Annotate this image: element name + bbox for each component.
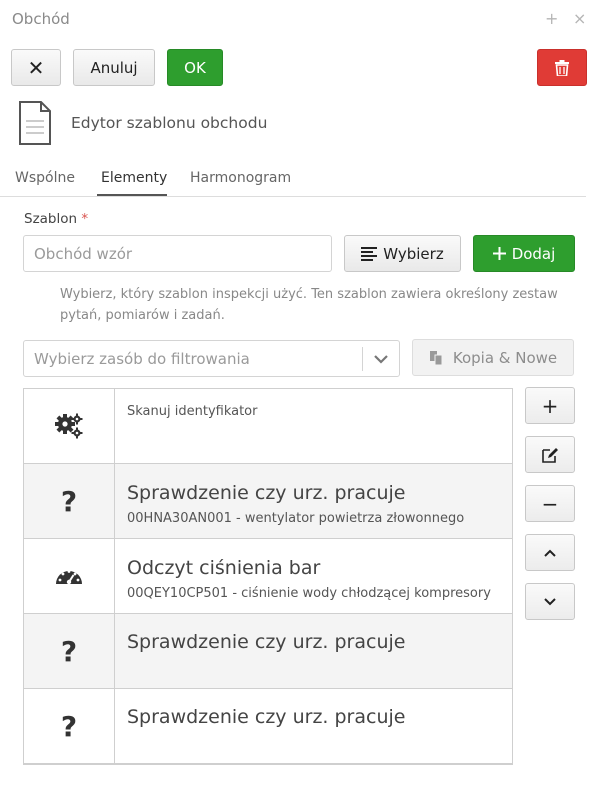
gears-icon: [55, 413, 83, 439]
copy-and-new-button[interactable]: Kopia & Nowe: [412, 339, 574, 376]
close-window-button[interactable]: ×: [573, 9, 586, 29]
tab-schedule[interactable]: Harmonogram: [190, 170, 291, 186]
question-icon: ?: [60, 709, 78, 743]
gauge-icon: [56, 570, 82, 585]
add-button[interactable]: Dodaj: [473, 235, 575, 272]
tab-bar: Wspólne Elementy Harmonogram: [0, 160, 586, 197]
list-icon: [361, 246, 378, 261]
list-item-icon-cell: ?: [24, 614, 115, 688]
list-item[interactable]: ? Sprawdzenie czy urz. pracuje: [24, 614, 512, 689]
list-item[interactable]: ? Sprawdzenie czy urz. pracuje: [24, 689, 512, 764]
list-item-icon-cell: ?: [24, 464, 115, 538]
template-label-text: Szablon: [24, 211, 78, 227]
plus-icon: [492, 247, 506, 260]
window-titlebar: Obchód + ×: [0, 0, 596, 40]
window-title: Obchód: [12, 10, 70, 28]
choose-button-label: Wybierz: [383, 244, 444, 263]
list-item-subtitle: 00QEY10CP501 - ciśnienie wody chłodzącej…: [127, 586, 491, 601]
choose-button[interactable]: Wybierz: [344, 235, 461, 272]
edit-icon: [542, 447, 558, 463]
list-item-title: Skanuj identyfikator: [127, 404, 258, 419]
resource-filter-placeholder: Wybierz zasób do filtrowania: [34, 350, 250, 368]
ok-button[interactable]: OK: [167, 49, 223, 86]
cancel-button[interactable]: Anuluj: [73, 49, 155, 86]
question-icon: ?: [60, 634, 78, 668]
elements-list: Skanuj identyfikator ? Sprawdzenie czy u…: [23, 388, 513, 765]
list-item[interactable]: Skanuj identyfikator: [24, 389, 512, 464]
list-item-icon-cell: [24, 539, 115, 613]
trash-icon: [555, 59, 569, 76]
chevron-down-icon: [544, 597, 556, 605]
delete-button[interactable]: [537, 49, 587, 86]
move-down-button[interactable]: [525, 583, 575, 620]
active-tab-indicator: [97, 194, 167, 196]
copy-icon: [429, 350, 443, 365]
list-item-icon-cell: [24, 389, 115, 463]
required-mark: *: [81, 211, 89, 227]
list-item-subtitle: 00HNA30AN001 - wentylator powietrza złow…: [127, 511, 465, 526]
add-element-button[interactable]: +: [525, 387, 575, 424]
close-button[interactable]: ✕: [11, 49, 61, 86]
tab-elements[interactable]: Elementy: [101, 170, 167, 186]
list-item[interactable]: ? Sprawdzenie czy urz. pracuje 00HNA30AN…: [24, 464, 512, 539]
list-item-title: Odczyt ciśnienia bar: [127, 557, 321, 579]
list-item-title: Sprawdzenie czy urz. pracuje: [127, 706, 406, 728]
chevron-down-icon[interactable]: [372, 350, 390, 368]
select-divider: [362, 347, 363, 371]
page-title: Edytor szablonu obchodu: [71, 114, 268, 132]
question-icon: ?: [60, 484, 78, 518]
template-input[interactable]: Obchód wzór: [23, 235, 332, 272]
document-icon: [19, 101, 51, 145]
list-item-title: Sprawdzenie czy urz. pracuje: [127, 631, 406, 653]
remove-element-button[interactable]: −: [525, 485, 575, 522]
list-item-icon-cell: ?: [24, 689, 115, 763]
list-item[interactable]: Odczyt ciśnienia bar 00QEY10CP501 - ciśn…: [24, 539, 512, 614]
resource-filter-select[interactable]: Wybierz zasób do filtrowania: [23, 340, 400, 377]
chevron-up-icon: [544, 549, 556, 557]
move-up-button[interactable]: [525, 534, 575, 571]
tab-common[interactable]: Wspólne: [15, 170, 75, 186]
add-window-button[interactable]: +: [545, 9, 558, 29]
list-item-title: Sprawdzenie czy urz. pracuje: [127, 482, 406, 504]
edit-element-button[interactable]: [525, 436, 575, 473]
template-help-text: Wybierz, który szablon inspekcji użyć. T…: [60, 287, 558, 323]
copy-and-new-label: Kopia & Nowe: [452, 348, 558, 367]
add-button-label: Dodaj: [511, 244, 556, 263]
template-label: Szablon *: [24, 211, 88, 227]
